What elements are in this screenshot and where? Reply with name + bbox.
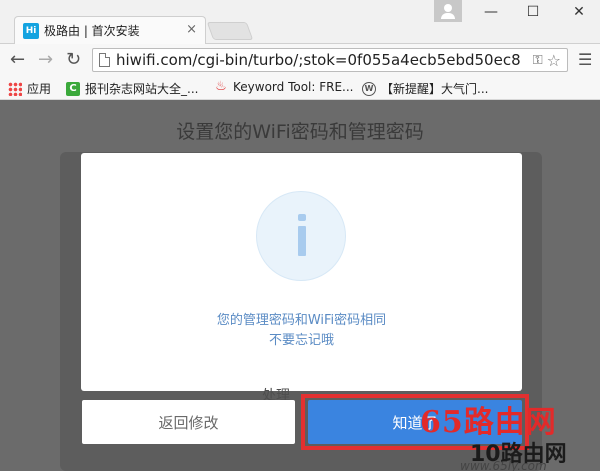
c-site-icon: C <box>66 81 80 96</box>
user-profile-icon[interactable] <box>434 0 462 22</box>
tab-title: 极路由 | 首次安装 <box>44 24 140 38</box>
hiwifi-favicon-icon: Hi <box>23 22 39 39</box>
bookmark-label: 应用 <box>27 82 52 96</box>
page-icon <box>99 53 110 67</box>
bookmark-label: Keyword Tool: FRE... <box>233 80 354 94</box>
bookmark-magazine[interactable]: C 报刊杂志网站大全_... <box>66 80 198 97</box>
title-bar: Hi 极路由 | 首次安装 × — ☐ ✕ <box>0 0 600 44</box>
info-icon <box>256 191 346 281</box>
apps-grid-icon <box>8 81 22 96</box>
bookmark-label: 【新提醒】大气门... <box>381 82 489 96</box>
page-heading: 设置您的WiFi密码和管理密码 <box>176 121 424 143</box>
bookmark-new-reminder[interactable]: W 【新提醒】大气门... <box>362 80 488 97</box>
maximize-button[interactable]: ☐ <box>518 4 548 20</box>
new-tab-button[interactable] <box>206 22 254 40</box>
back-to-edit-button[interactable]: 返回修改 <box>82 400 295 444</box>
bookmark-keyword-tool[interactable]: ♨ Keyword Tool: FRE... <box>214 79 354 95</box>
close-window-button[interactable]: ✕ <box>564 4 594 20</box>
browser-tab[interactable]: Hi 极路由 | 首次安装 × <box>14 16 206 44</box>
wordpress-icon: W <box>362 81 376 96</box>
info-dialog: 您的管理密码和WiFi密码相同 不要忘记哦 <box>81 153 522 391</box>
bookmark-label: 报刊杂志网站大全_... <box>85 82 199 96</box>
browser-toolbar: ← → ↻ hiwifi.com/cgi-bin/turbo/;stok=0f0… <box>0 44 600 76</box>
back-arrow-icon[interactable]: ← <box>10 49 25 70</box>
url-text[interactable]: hiwifi.com/cgi-bin/turbo/;stok=0f055a4ec… <box>116 51 533 69</box>
dialog-message-line2: 不要忘记哦 <box>268 333 334 348</box>
watermark-brand: 65路由网 <box>420 405 557 440</box>
tab-close-icon[interactable]: × <box>186 22 197 37</box>
address-bar[interactable]: hiwifi.com/cgi-bin/turbo/;stok=0f055a4ec… <box>92 48 568 72</box>
reload-icon[interactable]: ↻ <box>66 49 81 70</box>
menu-icon[interactable]: ☰ <box>578 50 592 69</box>
dialog-message-line1: 您的管理密码和WiFi密码相同 <box>216 313 387 328</box>
page-content: 设置您的WiFi密码和管理密码 您的管理密码和WiFi密码相同 不要忘记哦 处理… <box>0 101 600 471</box>
flame-icon: ♨ <box>215 79 227 94</box>
bookmark-star-icon[interactable]: ☆ <box>547 51 561 70</box>
bookmark-apps[interactable]: 应用 <box>8 80 51 97</box>
minimize-button[interactable]: — <box>476 4 506 20</box>
bookmarks-bar: 应用 C 报刊杂志网站大全_... ♨ Keyword Tool: FRE...… <box>0 76 600 100</box>
watermark-url: www.65ly.com <box>460 459 547 471</box>
key-icon[interactable]: ⚿ <box>533 53 543 68</box>
forward-arrow-icon[interactable]: → <box>38 49 53 70</box>
